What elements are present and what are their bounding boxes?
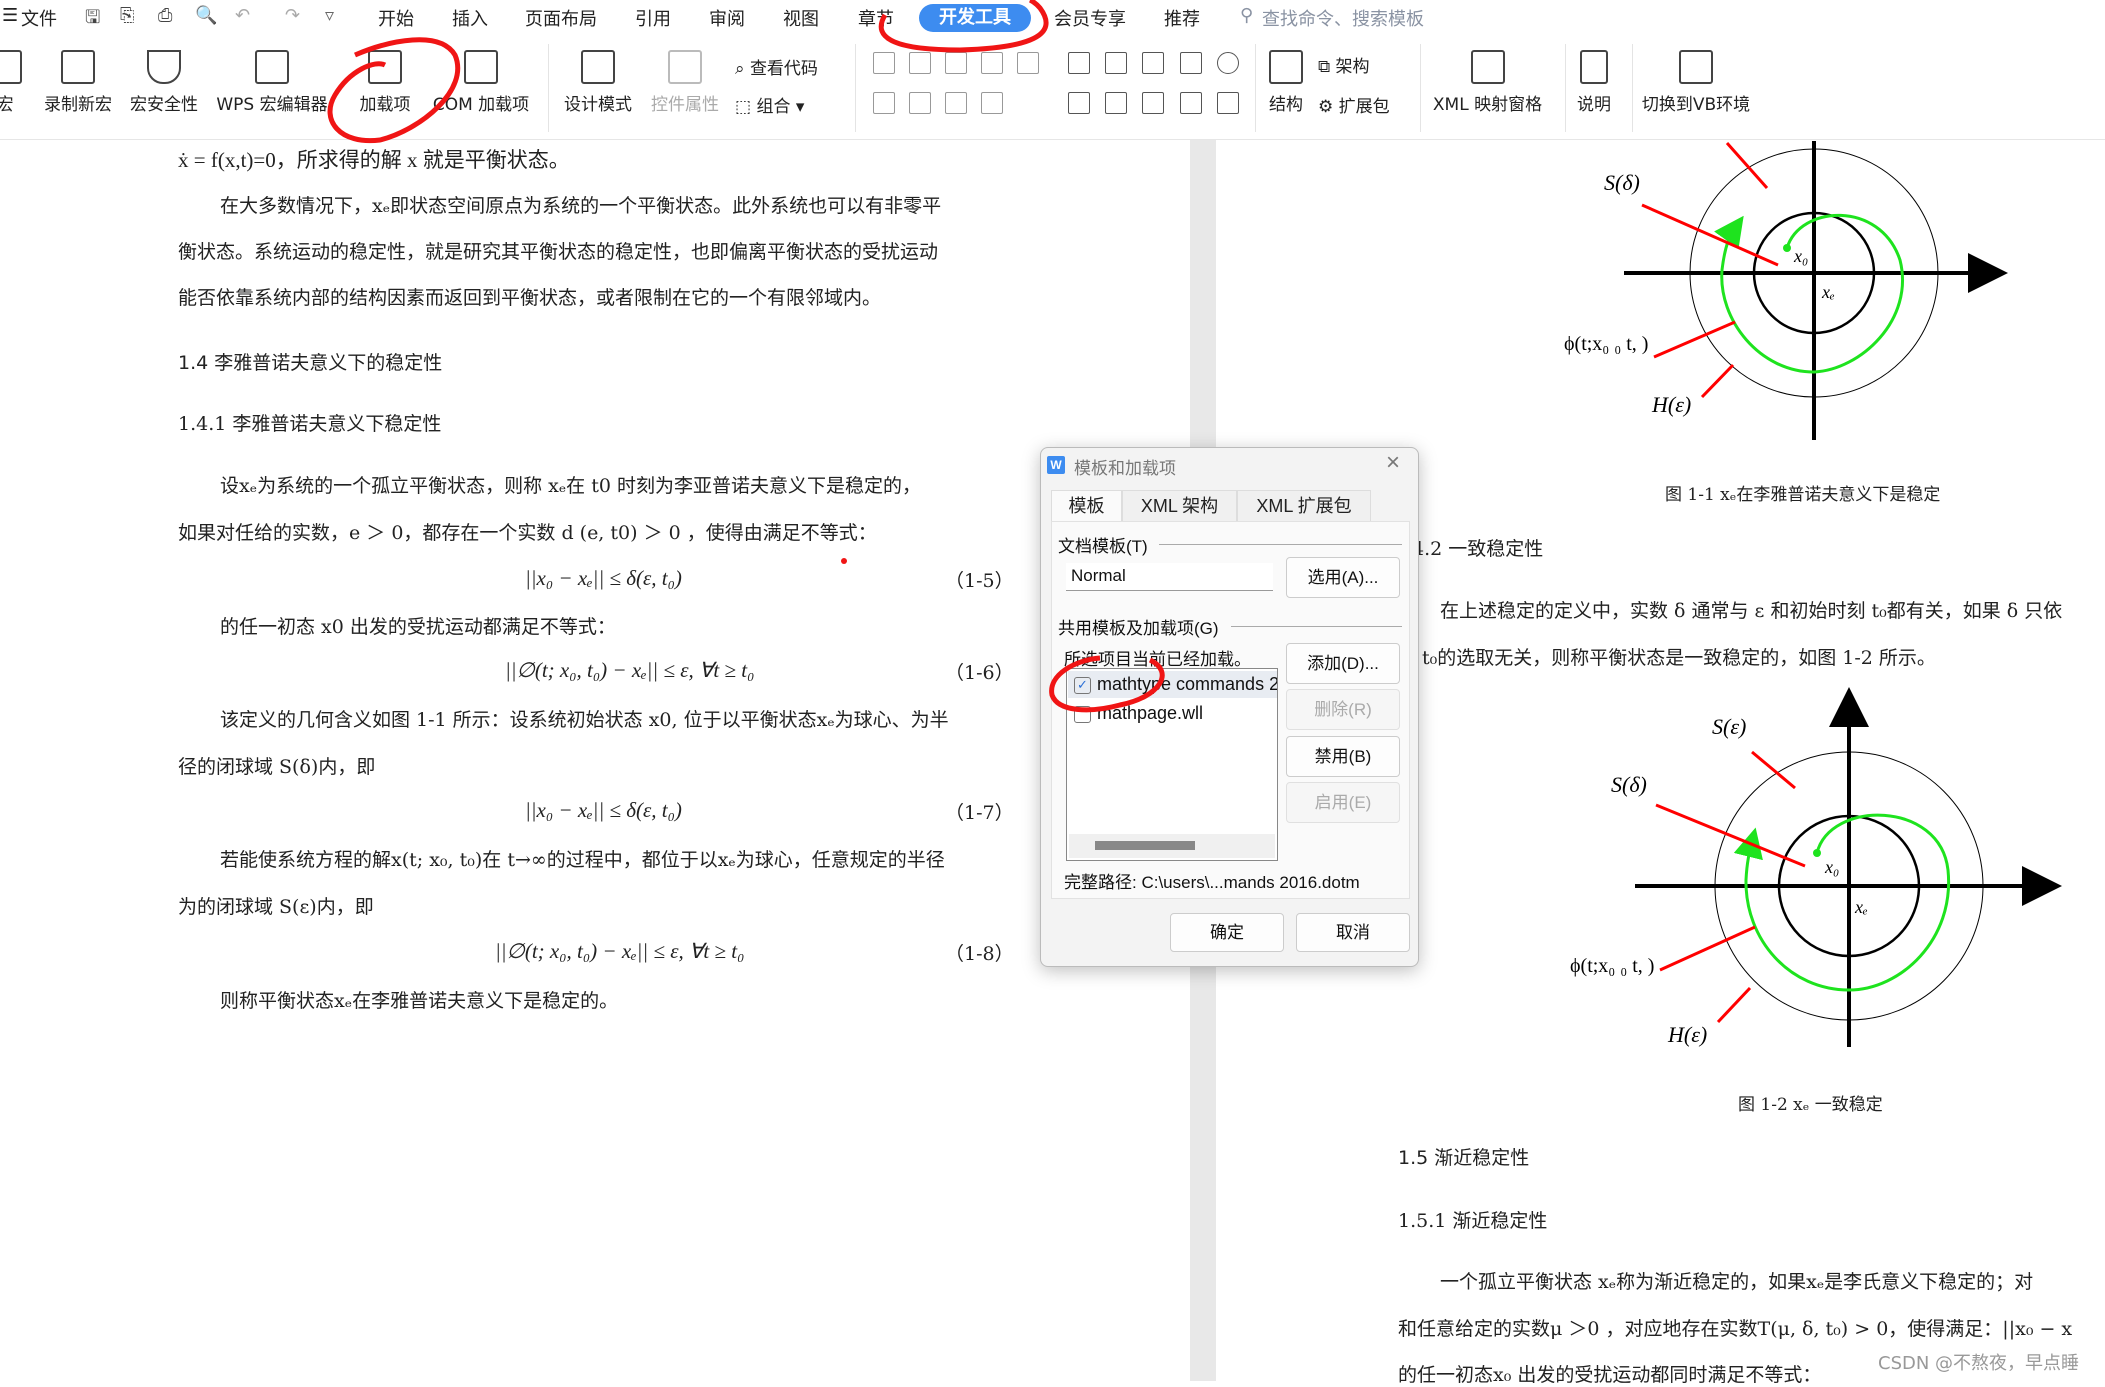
cancel-button[interactable]: 取消 (1296, 913, 1410, 952)
paragraph: 和任意给定的实数μ ＞0 ，对应地存在实数T(μ, δ, t₀) > 0，使得满… (1398, 1318, 2073, 1340)
templates-addins-dialog: W 模板和加载项 × 模板 XML 架构 XML 扩展包 文档模板(T) Nor… (1040, 447, 1419, 967)
ok-button[interactable]: 确定 (1170, 913, 1284, 952)
initial-point (1813, 849, 1821, 857)
tab-templates[interactable]: 模板 (1051, 490, 1122, 523)
label-x0: x₀ (1824, 857, 1839, 877)
wps-logo-icon: W (1047, 456, 1065, 474)
add-button[interactable]: 添加(D)... (1286, 643, 1400, 684)
paragraph: 的任一初态x₀ 出发的受扰运动都同时满足不等式： (1398, 1364, 1822, 1386)
paragraph: t₀的选取无关，则称平衡状态是一致稳定的，如图 1-2 所示。 (1422, 647, 1936, 669)
heading: 4.2 一致稳定性 (1412, 538, 1544, 560)
tab-xml-schema[interactable]: XML 架构 (1122, 490, 1237, 521)
heading: 1.5.1 渐近稳定性 (1398, 1210, 1548, 1232)
doc-template-input[interactable]: Normal (1066, 563, 1273, 591)
label-s-delta: S(δ) (1604, 170, 1640, 195)
label-h-epsilon: H(ε) (1651, 392, 1691, 417)
paragraph: 在上述稳定的定义中，实数 δ 通常与 ε 和初始时刻 t₀都有关，如果 δ 只依 (1440, 600, 2063, 622)
label-xe: xₑ (1854, 897, 1868, 917)
addins-list: ✓ mathtype commands 2016.dotm mathpage.wl… (1066, 668, 1278, 861)
label-phi: ϕ(t;x₀ ₀ t, ) (1570, 955, 1654, 977)
item-label: mathpage.wll (1097, 703, 1204, 723)
doc-template-label: 文档模板(T) (1058, 537, 1148, 556)
label-s-delta: S(δ) (1611, 772, 1647, 797)
attach-button[interactable]: 选用(A)... (1286, 557, 1400, 598)
divider (1231, 626, 1402, 627)
figure-caption: 图 1-2 xₑ 一致稳定 (1738, 1095, 1883, 1115)
enable-button[interactable]: 启用(E) (1286, 782, 1400, 823)
item-label: mathtype commands 2016.dotm (1097, 674, 1277, 694)
tab-xml-expansion[interactable]: XML 扩展包 (1237, 490, 1371, 521)
list-item[interactable]: mathpage.wll (1068, 700, 1209, 727)
initial-point (1783, 244, 1791, 252)
label-x0: x₀ (1793, 246, 1808, 266)
shared-templates-label: 共用模板及加载项(G) (1058, 619, 1219, 638)
label-s-epsilon: S(ε) (1712, 714, 1746, 739)
horizontal-scrollbar[interactable] (1069, 834, 1275, 858)
paragraph: 一个孤立平衡状态 xₑ称为渐近稳定的，如果xₑ是李氏意义下稳定的；对 (1440, 1271, 2034, 1293)
figure-1-2: S(ε) S(δ) x₀ xₑ ϕ(t;x₀ ₀ t, ) H(ε) (1570, 687, 2062, 1047)
watermark: CSDN @不熬夜，早点睡 (1878, 1353, 2080, 1374)
list-item[interactable]: ✓ mathtype commands 2016.dotm (1068, 671, 1277, 698)
leader-lines (1641, 142, 1779, 399)
label-h-epsilon: H(ε) (1667, 1022, 1707, 1047)
remove-button[interactable]: 删除(R) (1286, 689, 1400, 730)
heading: 1.5 渐近稳定性 (1398, 1147, 1530, 1169)
disable-button[interactable]: 禁用(B) (1286, 736, 1400, 777)
dialog-title: 模板和加载项 (1074, 459, 1176, 478)
label-xe: xₑ (1821, 282, 1835, 302)
loaded-note: 所选项目当前已经加载。 (1064, 650, 1251, 669)
divider (1159, 544, 1402, 545)
label-phi: ϕ(t;x₀ ₀ t, ) (1564, 333, 1648, 355)
figure-caption: 图 1-1 xₑ在李雅普诺夫意义下是稳定 (1665, 485, 1941, 505)
figure-1-1: S(δ) x₀ xₑ ϕ(t;x₀ ₀ t, ) H(ε) (1564, 141, 2008, 440)
checkbox-checked[interactable]: ✓ (1074, 676, 1091, 694)
close-icon[interactable]: × (1386, 449, 1400, 477)
checkbox-unchecked[interactable] (1074, 705, 1091, 723)
scrollbar-thumb[interactable] (1095, 841, 1195, 850)
full-path-text: 完整路径: C:\users\...mands 2016.dotm (1064, 873, 1360, 892)
